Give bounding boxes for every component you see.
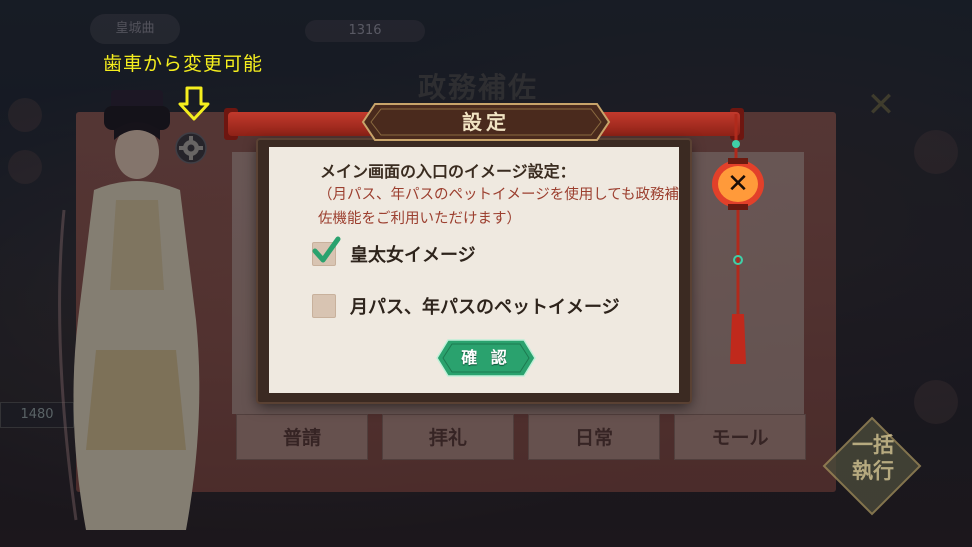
batch-execute-button[interactable]: 一括執行 — [842, 432, 904, 484]
option-princess-image[interactable]: 皇太女イメージ — [312, 236, 476, 267]
lantern-close-decoration — [712, 114, 764, 364]
pet-image-checkbox[interactable] — [312, 294, 336, 318]
gear-annotation: 歯車から変更可能 — [103, 53, 264, 75]
dialog-title: 設定 — [462, 110, 510, 134]
confirm-button[interactable]: 確 認 — [436, 339, 536, 377]
option-pet-image[interactable]: 月パス、年パスのペットイメージ — [312, 293, 620, 319]
checkmark-icon — [312, 236, 341, 263]
settings-heading: メイン画面の入口のイメージ設定： — [320, 162, 576, 181]
lantern-close-icon[interactable]: ✕ — [718, 164, 758, 204]
settings-note: （月パス、年パスのペットイメージを使用しても政務補佐機能をご利用いただけます） — [318, 187, 680, 227]
down-arrow-icon — [178, 86, 210, 121]
princess-image-checkbox[interactable] — [312, 236, 341, 266]
option-label: 月パス、年パスのペットイメージ — [350, 297, 620, 318]
option-label: 皇太女イメージ — [350, 245, 476, 266]
